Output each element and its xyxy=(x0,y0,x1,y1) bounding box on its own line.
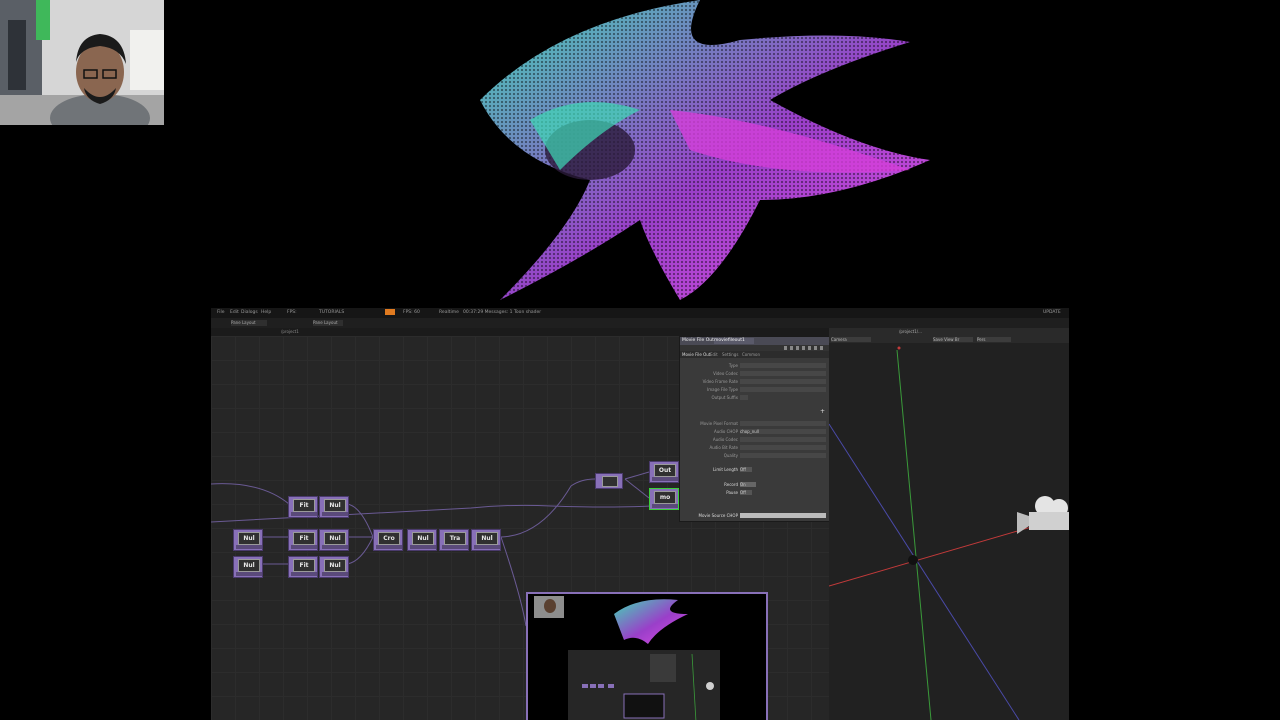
node-null[interactable]: Nul xyxy=(233,529,263,551)
param-op-name[interactable]: moviefileout1 xyxy=(714,338,754,344)
param-row: Video Frame Rate xyxy=(680,379,830,385)
param-row: Record On xyxy=(680,482,830,488)
param-field[interactable] xyxy=(740,395,748,400)
param-field[interactable] xyxy=(740,453,826,458)
tutorials-field[interactable]: TUTORIALS xyxy=(319,310,344,315)
param-row: Movie Pixel Format xyxy=(680,421,830,427)
param-field[interactable] xyxy=(740,371,826,376)
particle-render xyxy=(480,0,930,300)
viewer-path-bar: /project1/... xyxy=(829,328,1069,336)
param-field[interactable] xyxy=(740,379,826,384)
node-null[interactable]: Nul xyxy=(471,529,501,551)
param-row: Quality xyxy=(680,453,830,459)
param-row: Output Suffix xyxy=(680,395,830,401)
param-field[interactable] xyxy=(740,421,826,426)
menu-file[interactable]: File xyxy=(217,310,225,315)
parameter-panel: Movie File Out moviefileout1 Movie File … xyxy=(679,336,831,522)
param-row: Audio Bit Rate xyxy=(680,445,830,451)
node-transform[interactable]: Tra xyxy=(439,529,469,551)
param-row: Limit Length Off xyxy=(680,467,830,473)
node-out[interactable]: Out xyxy=(649,461,679,483)
param-row: Video Codec xyxy=(680,371,830,377)
param-tab-common[interactable]: Common xyxy=(742,352,760,357)
menu-help[interactable]: Help xyxy=(261,310,271,315)
add-icon[interactable]: + xyxy=(820,409,825,415)
touchdesigner-window: File Edit Dialogs Help FPS: TUTORIALS FP… xyxy=(211,308,1069,720)
param-tab-moviefileout[interactable]: Movie File Out xyxy=(682,352,710,357)
menu-bar: File Edit Dialogs Help FPS: TUTORIALS FP… xyxy=(211,308,1069,318)
pane-tab-bar: Pane Layout Pane Layout xyxy=(211,318,1069,328)
webcam-feed xyxy=(0,0,164,125)
param-row: Audio Codec xyxy=(680,437,830,443)
param-field[interactable] xyxy=(740,513,826,518)
render-preview xyxy=(440,0,960,308)
fps-value: FPS: 60 xyxy=(403,310,420,315)
node-fit[interactable]: Fit xyxy=(288,529,318,551)
webcam-overlay xyxy=(0,0,164,125)
record-toggle[interactable]: On xyxy=(740,482,756,487)
node-null[interactable]: Nul xyxy=(407,529,437,551)
node-moviefileout[interactable]: mo xyxy=(649,488,679,510)
viewer-path[interactable]: /project1/... xyxy=(899,329,922,334)
param-op-type: Movie File Out xyxy=(682,338,714,343)
node-null[interactable]: Nul xyxy=(319,529,349,551)
param-row: Pause Off xyxy=(680,490,830,496)
fps-label: FPS: xyxy=(287,310,297,315)
top-viewer-preview[interactable] xyxy=(526,592,768,720)
param-row: Image File Type xyxy=(680,387,830,393)
nested-screen-capture xyxy=(528,594,766,720)
network-path[interactable]: /project1 xyxy=(281,329,299,334)
param-toggle[interactable]: Off xyxy=(740,467,752,472)
geometry-viewer[interactable]: Camera Save View Br Pers xyxy=(829,336,1069,720)
param-tab-edit[interactable]: Edit xyxy=(710,352,718,357)
realtime-toggle[interactable]: Realtime xyxy=(439,310,459,315)
param-row: Audio CHOP chop_null xyxy=(680,429,830,435)
pane-tab[interactable]: Pane Layout xyxy=(231,320,267,326)
param-row: Type xyxy=(680,363,830,369)
pane-tab[interactable]: Pane Layout xyxy=(313,320,343,326)
param-field[interactable] xyxy=(740,387,826,392)
param-tab-settings[interactable]: Settings xyxy=(722,352,738,357)
messages-field: 00:37:29 Messages: 1 Toon shader xyxy=(463,310,542,315)
param-toolbar-icons[interactable] xyxy=(784,346,824,350)
menu-edit[interactable]: Edit xyxy=(230,310,239,315)
network-path-bar: /project1 xyxy=(211,328,829,336)
node-null[interactable]: Nul xyxy=(233,556,263,578)
node-fit[interactable]: Fit xyxy=(288,496,318,518)
pause-toggle[interactable]: Off xyxy=(740,490,752,495)
param-tab-row: Movie File Out Edit Settings Common xyxy=(680,351,830,358)
param-field[interactable] xyxy=(740,437,826,442)
param-row: Movie Source CHOP xyxy=(680,513,830,519)
node-crop[interactable]: Cro xyxy=(373,529,403,551)
param-field[interactable]: chop_null xyxy=(740,429,826,434)
param-field[interactable] xyxy=(740,363,826,368)
update-label: UPDATE xyxy=(1043,310,1061,315)
node-chop[interactable] xyxy=(595,473,623,489)
node-null[interactable]: Nul xyxy=(319,496,349,518)
param-header: Movie File Out moviefileout1 xyxy=(680,337,830,345)
node-null[interactable]: Nul xyxy=(319,556,349,578)
node-fit[interactable]: Fit xyxy=(288,556,318,578)
camera-icon xyxy=(1015,494,1069,538)
menu-dialogs[interactable]: Dialogs xyxy=(241,310,258,315)
param-field[interactable] xyxy=(740,445,826,450)
